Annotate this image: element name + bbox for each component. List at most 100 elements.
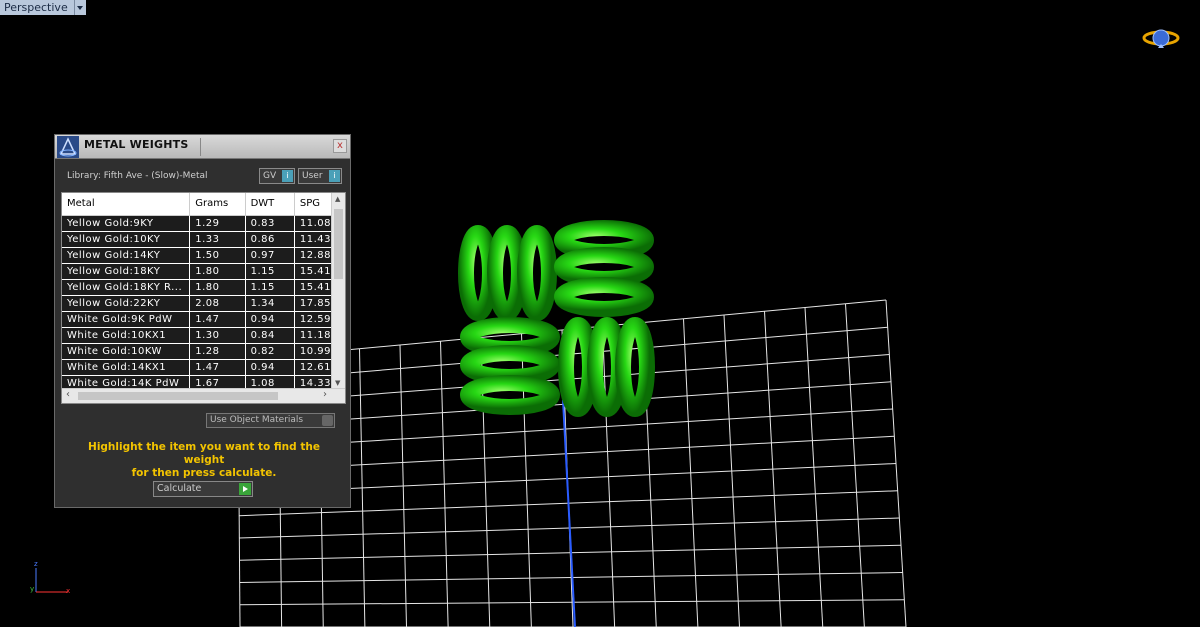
table-row[interactable]: White Gold:9K PdW 1.47 0.94 12.59 (62, 311, 333, 328)
dwt-value: 0.86 (245, 231, 295, 248)
table-row[interactable]: Yellow Gold:9KY 1.29 0.83 11.08 (62, 215, 333, 232)
view-navigation-icon[interactable] (1142, 28, 1180, 48)
scroll-up-icon[interactable]: ▲ (335, 195, 340, 203)
dwt-value: 1.34 (245, 295, 295, 312)
torus-ring (554, 277, 654, 317)
spg-value: 12.59 (294, 311, 333, 328)
spg-value: 10.99 (294, 343, 333, 360)
table-row[interactable]: White Gold:14KX1 1.47 0.94 12.61 (62, 359, 333, 376)
spg-value: 15.41 (294, 263, 333, 280)
dwt-value: 1.15 (245, 279, 295, 296)
metal-name: Yellow Gold:18KY R... (62, 279, 191, 296)
metal-weights-panel: METAL WEIGHTS x Library: Fifth Ave - (Sl… (54, 134, 351, 508)
metal-name: White Gold:10KW (62, 343, 191, 360)
viewport-menu-chevron-icon[interactable] (74, 0, 86, 15)
gv-label: GV (263, 171, 277, 181)
dwt-value: 0.83 (245, 215, 295, 232)
z-axis-label: z (34, 560, 38, 568)
spg-value: 11.18 (294, 327, 333, 344)
app-logo-icon (57, 136, 79, 158)
spg-value: 12.61 (294, 359, 333, 376)
dwt-value: 1.15 (245, 263, 295, 280)
table-row[interactable]: Yellow Gold:14KY 1.50 0.97 12.88 (62, 247, 333, 264)
grams-value: 1.28 (189, 343, 246, 360)
dwt-value: 0.94 (245, 359, 295, 376)
use-object-materials-toggle[interactable]: Use Object Materials (206, 413, 335, 428)
table-row[interactable]: White Gold:10KW 1.28 0.82 10.99 (62, 343, 333, 360)
spg-value: 15.41 (294, 279, 333, 296)
metal-name: Yellow Gold:9KY (62, 215, 191, 232)
table-row[interactable]: Yellow Gold:10KY 1.33 0.86 11.43 (62, 231, 333, 248)
info-icon[interactable]: i (282, 170, 293, 182)
y-axis-label: y (30, 585, 35, 593)
library-label: Library: Fifth Ave - (Slow)-Metal (67, 171, 208, 181)
table-row[interactable]: Yellow Gold:18KY R... 1.80 1.15 15.41 (62, 279, 333, 296)
dwt-value: 0.94 (245, 311, 295, 328)
grams-value: 2.08 (189, 295, 246, 312)
spg-value: 12.88 (294, 247, 333, 264)
column-header-spg[interactable]: SPG (294, 193, 333, 216)
instruction-line-1: Highlight the item you want to find the … (88, 441, 320, 466)
column-header-metal[interactable]: Metal (62, 193, 191, 216)
calculate-label: Calculate (157, 483, 202, 494)
use-object-materials-label: Use Object Materials (210, 415, 304, 425)
grams-value: 1.33 (189, 231, 246, 248)
table-row[interactable]: Yellow Gold:18KY 1.80 1.15 15.41 (62, 263, 333, 280)
scroll-left-icon[interactable]: ‹ (66, 389, 70, 400)
grams-value: 1.80 (189, 263, 246, 280)
scroll-down-icon[interactable]: ▼ (335, 379, 340, 387)
close-icon[interactable]: x (333, 139, 347, 153)
x-axis-label: x (66, 587, 71, 595)
metal-name: Yellow Gold:14KY (62, 247, 191, 264)
dwt-value: 0.84 (245, 327, 295, 344)
grams-value: 1.80 (189, 279, 246, 296)
metal-name: White Gold:14KX1 (62, 359, 191, 376)
grams-value: 1.29 (189, 215, 246, 232)
spg-value: 11.43 (294, 231, 333, 248)
torus-ring (460, 375, 560, 415)
torus-ring (615, 317, 655, 417)
spg-value: 11.08 (294, 215, 333, 232)
spg-value: 17.85 (294, 295, 333, 312)
panel-title-bar[interactable]: METAL WEIGHTS x (55, 135, 350, 159)
viewport-tab[interactable]: Perspective (0, 0, 86, 15)
torus-ring (458, 225, 498, 321)
z-axis-line (562, 399, 576, 627)
user-button[interactable]: User i (298, 168, 342, 184)
table-row[interactable]: Yellow Gold:22KY 2.08 1.34 17.85 (62, 295, 333, 312)
table-row[interactable]: White Gold:10KX1 1.30 0.84 11.18 (62, 327, 333, 344)
table-header-row: Metal Grams DWT SPG (62, 193, 333, 216)
grams-value: 1.30 (189, 327, 246, 344)
calculate-button[interactable]: Calculate (153, 481, 253, 497)
viewport-name[interactable]: Perspective (0, 0, 75, 15)
column-header-dwt[interactable]: DWT (245, 193, 295, 216)
scroll-thumb[interactable] (78, 392, 278, 400)
info-icon[interactable]: i (329, 170, 340, 182)
grams-value: 1.50 (189, 247, 246, 264)
play-icon[interactable] (239, 483, 251, 495)
toggle-icon[interactable] (322, 415, 333, 426)
metal-name: Yellow Gold:10KY (62, 231, 191, 248)
scroll-thumb[interactable] (334, 209, 343, 279)
grams-value: 1.47 (189, 311, 246, 328)
torus-ring (460, 345, 560, 385)
title-divider (200, 138, 201, 156)
woven-torus-model[interactable] (458, 220, 655, 417)
dwt-value: 0.97 (245, 247, 295, 264)
metal-table[interactable]: Metal Grams DWT SPG Yellow Gold:9KY 1.29 0… (61, 192, 346, 404)
metal-name: Yellow Gold:18KY (62, 263, 191, 280)
horizontal-scrollbar[interactable]: ‹ › (62, 388, 345, 403)
vertical-scrollbar[interactable]: ▲ ▼ (331, 193, 345, 389)
instruction-line-2: for then press calculate. (131, 467, 277, 479)
scroll-right-icon[interactable]: › (323, 389, 327, 400)
user-label: User (302, 171, 323, 181)
column-header-grams[interactable]: Grams (189, 193, 246, 216)
gv-button[interactable]: GV i (259, 168, 295, 184)
torus-ring (558, 317, 598, 417)
metal-name: White Gold:10KX1 (62, 327, 191, 344)
torus-ring (517, 225, 557, 321)
dwt-value: 0.82 (245, 343, 295, 360)
torus-ring (554, 247, 654, 287)
instruction-text: Highlight the item you want to find the … (69, 441, 339, 480)
metal-name: White Gold:9K PdW (62, 311, 191, 328)
